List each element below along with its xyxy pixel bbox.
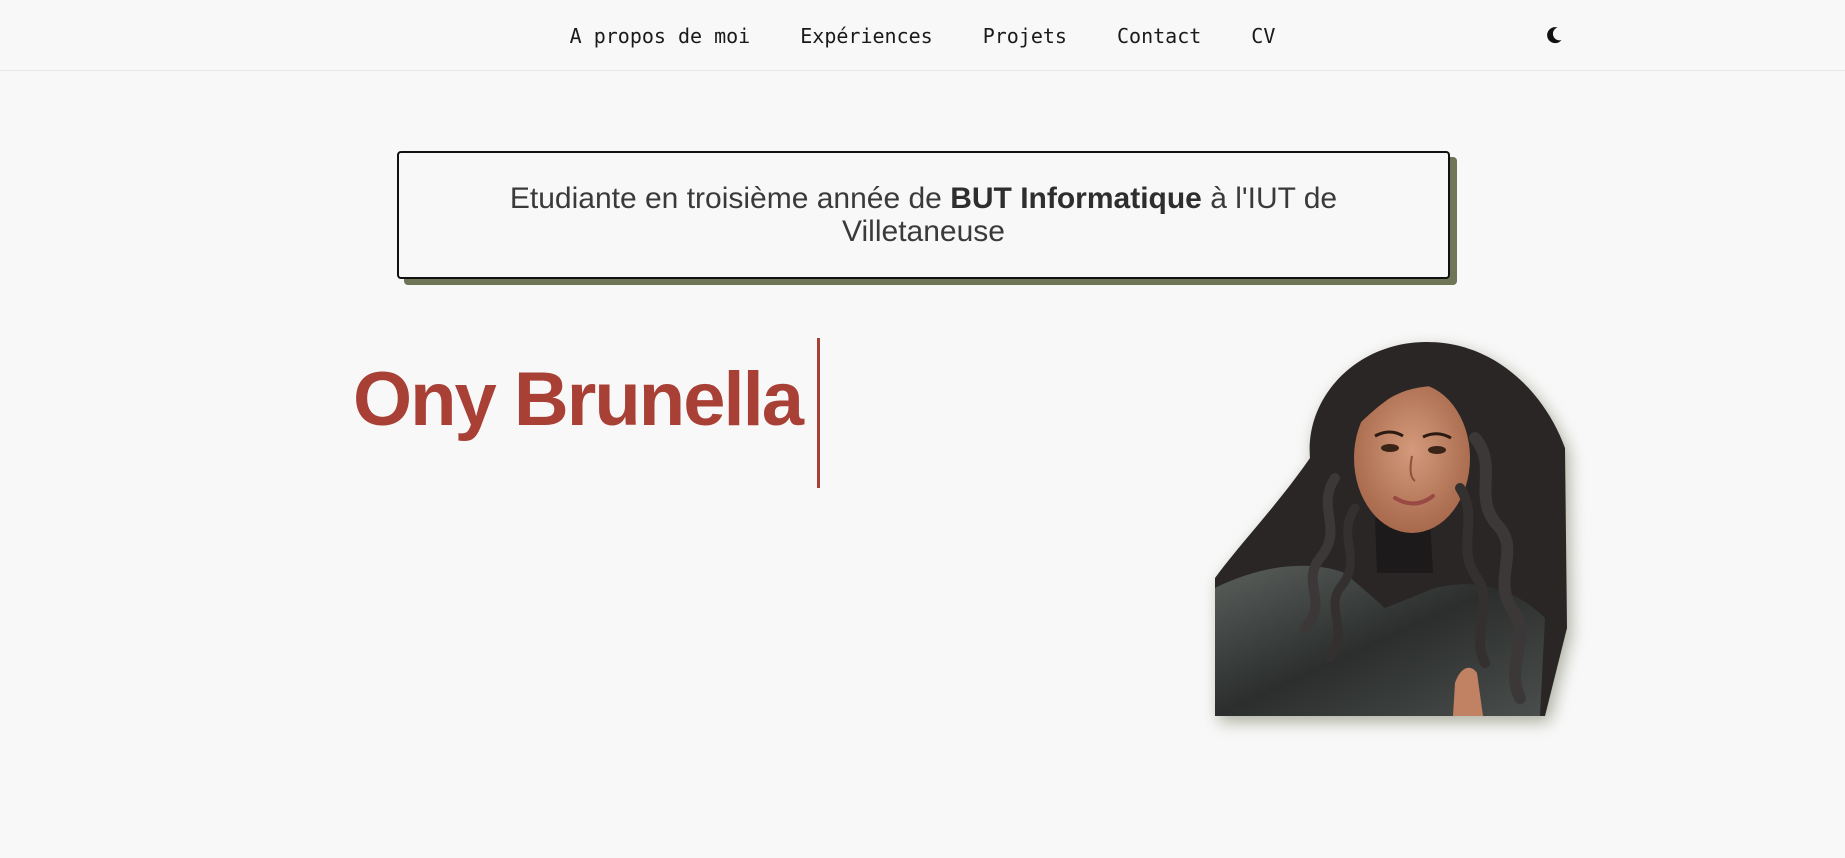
intro-text-start: Etudiante en troisième année de [509,182,951,215]
profile-photo [1215,338,1567,716]
nav-link-cv[interactable]: CV [1251,24,1275,48]
top-navbar: A propos de moi Expériences Projets Cont… [0,0,1845,71]
nav-link-contact[interactable]: Contact [1117,24,1201,48]
typing-cursor [817,338,820,488]
hero-name: Ony Brunella [353,357,804,442]
nav-link-experiences[interactable]: Expériences [800,24,932,48]
theme-toggle-button[interactable] [1542,23,1566,47]
moon-icon [1547,27,1562,44]
intro-text-degree: BUT Informatique [950,182,1202,215]
nav-links: A propos de moi Expériences Projets Cont… [0,0,1845,71]
intro-text: Etudiante en troisième année de BUT Info… [479,182,1368,248]
nav-link-projects[interactable]: Projets [983,24,1067,48]
hero-name-block: Ony Brunella [353,338,820,488]
nav-link-about[interactable]: A propos de moi [570,24,751,48]
intro-card: Etudiante en troisième année de BUT Info… [397,151,1450,279]
